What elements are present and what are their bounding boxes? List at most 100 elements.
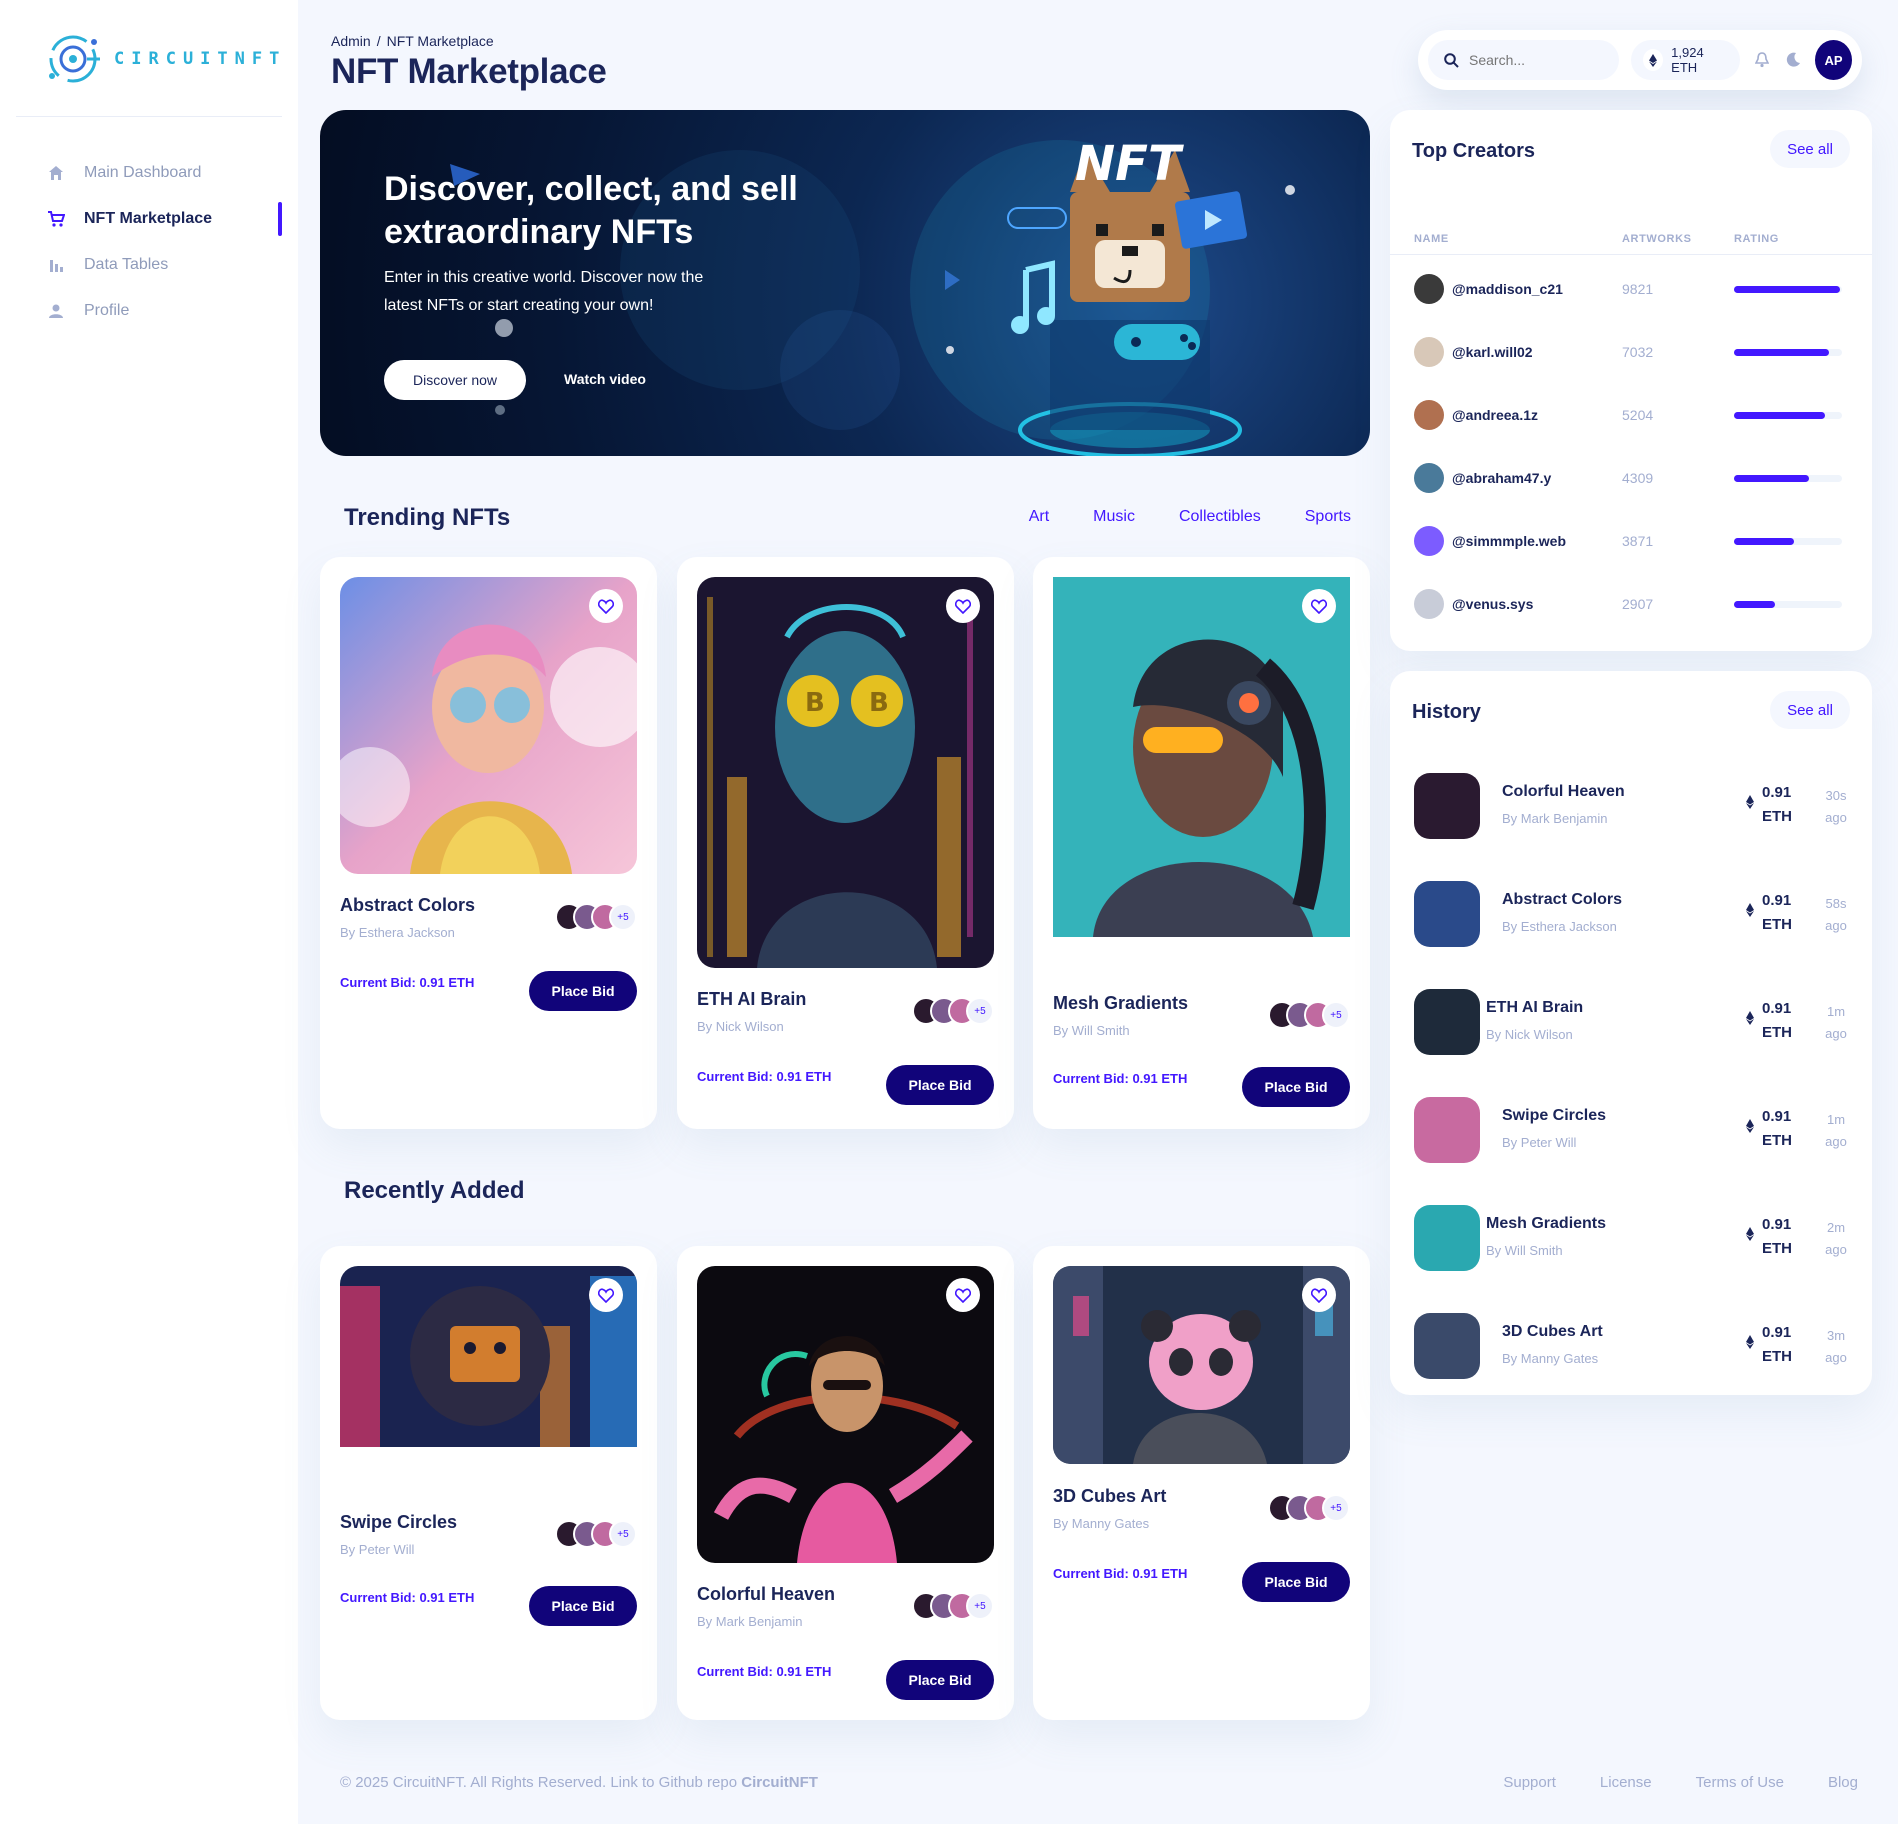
history-price: 0.91 ETH [1762,1105,1792,1153]
history-time-ago: ago [1825,1242,1847,1257]
filter-music[interactable]: Music [1093,508,1135,526]
nft-name: Mesh Gradients [1053,993,1189,1013]
history-price-amount: 0.91 [1762,1000,1792,1017]
creator-row[interactable]: @karl.will02 7032 [1390,321,1872,383]
history-price: 0.91 ETH [1762,889,1792,937]
nft-author: By Mark Benjamin [697,1614,803,1629]
place-bid-button[interactable]: Place Bid [1242,1067,1350,1107]
creator-handle[interactable]: @andreea.1z [1452,407,1538,423]
creator-handle[interactable]: @abraham47.y [1452,470,1551,486]
creator-row[interactable]: @venus.sys 2907 [1390,573,1872,635]
nft-author: By Esthera Jackson [340,925,455,940]
footer-link-blog[interactable]: Blog [1828,1774,1858,1791]
nft-card[interactable]: Mesh Gradients By Will Smith +5 Current … [1033,557,1370,1129]
filter-sports[interactable]: Sports [1305,508,1351,526]
nft-card[interactable]: B B ETH AI Brain By Nick Wilson +5 Curre… [677,557,1014,1129]
top-creators-see-all-button[interactable]: See all [1770,130,1850,168]
nft-author: By Nick Wilson [697,1019,784,1034]
sidebar-item-profile[interactable]: Profile [0,288,298,334]
heart-icon [955,1287,971,1303]
nft-image[interactable] [697,1266,994,1563]
nft-card[interactable]: Swipe Circles By Peter Will +5 Current B… [320,1246,657,1720]
favorite-button[interactable] [1302,1278,1336,1312]
nft-author: By Peter Will [340,1542,415,1557]
creator-handle[interactable]: @karl.will02 [1452,344,1533,360]
creator-artworks: 4309 [1622,470,1654,486]
history-item[interactable]: Mesh Gradients By Will Smith 0.91 ETH 2m ago [1390,1187,1872,1295]
history-time-ago: ago [1825,810,1847,825]
nft-card[interactable]: Abstract Colors By Esthera Jackson +5 Cu… [320,557,657,1129]
current-bid: Current Bid: 0.91 ETH [340,1590,475,1605]
history-time-ago: ago [1825,1134,1847,1149]
creator-row[interactable]: @andreea.1z 5204 [1390,384,1872,446]
ethereum-icon [1746,1227,1754,1241]
history-item[interactable]: Swipe Circles By Peter Will 0.91 ETH 1m ago [1390,1079,1872,1187]
history-time: 1m ago [1822,1001,1850,1045]
search-input[interactable] [1469,52,1619,68]
footer-link-terms[interactable]: Terms of Use [1696,1774,1784,1791]
hero-nft-illustration: NFT [945,136,1295,456]
bell-icon[interactable] [1754,51,1771,69]
creator-artworks: 2907 [1622,596,1654,612]
filter-art[interactable]: Art [1029,508,1049,526]
eth-balance[interactable]: 1,924 ETH [1631,40,1740,80]
nft-author: By Manny Gates [1053,1516,1150,1531]
svg-text:B: B [869,688,889,718]
sidebar-item-nft-marketplace[interactable]: NFT Marketplace [0,196,298,242]
nft-card[interactable]: 3D Cubes Art By Manny Gates +5 Current B… [1033,1246,1370,1720]
place-bid-button[interactable]: Place Bid [1242,1562,1350,1602]
nft-image[interactable] [1053,577,1350,937]
favorite-button[interactable] [589,589,623,623]
footer-link-support[interactable]: Support [1503,1774,1556,1791]
history-item[interactable]: Abstract Colors By Esthera Jackson 0.91 ETH… [1390,863,1872,971]
brand-logo[interactable]: CIRCUITNFT [42,28,286,90]
heart-icon [598,1287,614,1303]
history-time-ago: ago [1825,918,1847,933]
creator-avatar [1414,526,1444,556]
history-title: History [1412,701,1481,723]
footer-repo-link[interactable]: CircuitNFT [741,1774,818,1791]
place-bid-button[interactable]: Place Bid [529,1586,637,1626]
place-bid-button[interactable]: Place Bid [529,971,637,1011]
history-item[interactable]: 3D Cubes Art By Manny Gates 0.91 ETH 3m ago [1390,1295,1872,1403]
watch-video-button[interactable]: Watch video [564,371,646,387]
place-bid-button[interactable]: Place Bid [886,1065,994,1105]
moon-icon[interactable] [1785,51,1802,69]
history-item[interactable]: Colorful Heaven By Mark Benjamin 0.91 ETH 30… [1390,755,1872,863]
top-creators-table-header: NAME ARTWORKS RATING [1390,225,1872,255]
history-price-unit: ETH [1762,1240,1792,1257]
history-price: 0.91 ETH [1762,997,1792,1045]
place-bid-button[interactable]: Place Bid [886,1660,994,1700]
favorite-button[interactable] [946,1278,980,1312]
bidders-more: +5 [609,1520,637,1548]
footer-link-license[interactable]: License [1600,1774,1652,1791]
ethereum-icon [1643,49,1664,71]
creator-row[interactable]: @simmmple.web 3871 [1390,510,1872,572]
sidebar-item-label: Profile [84,302,130,319]
discover-now-button[interactable]: Discover now [384,360,526,400]
favorite-button[interactable] [589,1278,623,1312]
history-see-all-button[interactable]: See all [1770,691,1850,729]
history-item[interactable]: ETH AI Brain By Nick Wilson 0.91 ETH 1m ago [1390,971,1872,1079]
bidders-more: +5 [966,1592,994,1620]
page-title: NFT Marketplace [331,52,607,91]
favorite-button[interactable] [946,589,980,623]
filter-collectibles[interactable]: Collectibles [1179,508,1261,526]
nft-image[interactable] [340,577,637,874]
creator-handle[interactable]: @maddison_c21 [1452,281,1563,297]
user-avatar[interactable]: AP [1815,40,1852,80]
creator-handle[interactable]: @venus.sys [1452,596,1533,612]
creator-row[interactable]: @abraham47.y 4309 [1390,447,1872,509]
sidebar-item-data-tables[interactable]: Data Tables [0,242,298,288]
history-item-title: 3D Cubes Art [1502,1323,1603,1340]
sidebar-item-main-dashboard[interactable]: Main Dashboard [0,150,298,196]
favorite-button[interactable] [1302,589,1336,623]
creator-handle[interactable]: @simmmple.web [1452,533,1566,549]
nft-card[interactable]: Colorful Heaven By Mark Benjamin +5 Curr… [677,1246,1014,1720]
creator-row[interactable]: @maddison_c21 9821 [1390,258,1872,320]
bar-chart-icon [46,255,66,275]
creator-artworks: 9821 [1622,281,1654,297]
bidders-more: +5 [966,997,994,1025]
breadcrumb-admin[interactable]: Admin [331,33,371,49]
nft-image[interactable]: B B [697,577,994,968]
